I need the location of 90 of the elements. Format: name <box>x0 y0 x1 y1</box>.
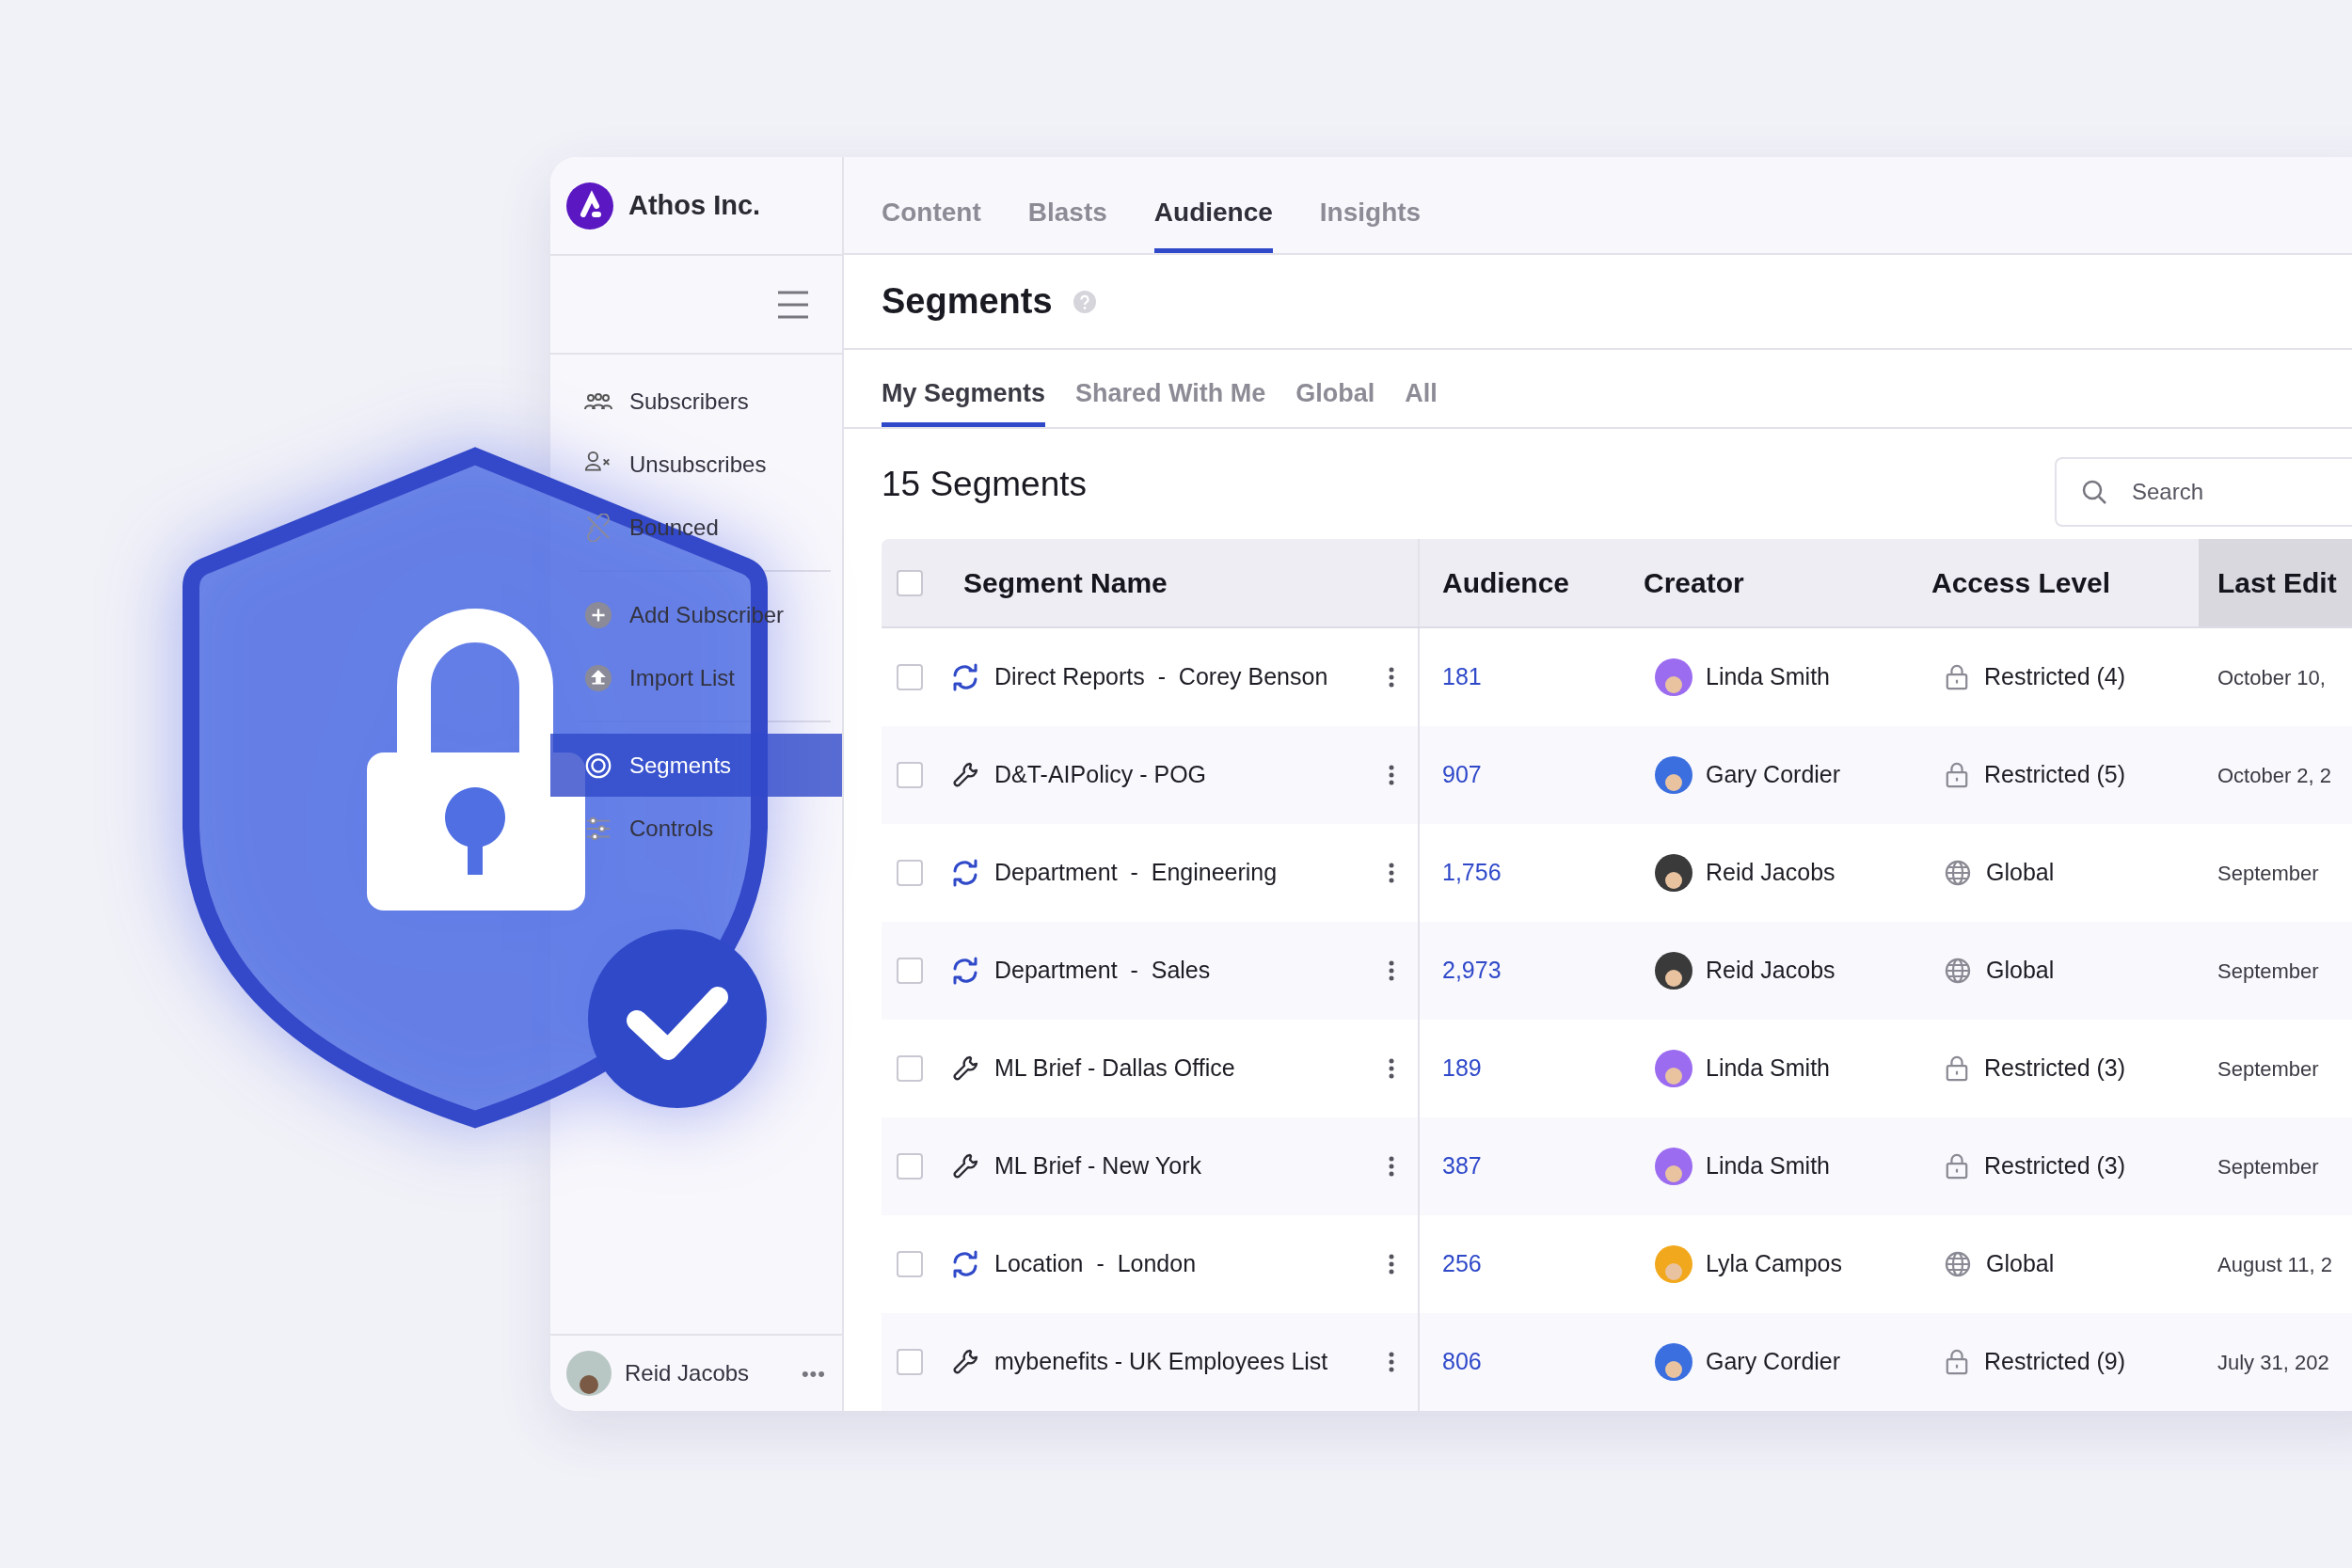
segment-name: ML Brief - Dallas Office <box>994 1053 1236 1084</box>
brand-name: Athos Inc. <box>628 188 761 222</box>
kebab-icon <box>1389 1352 1394 1372</box>
kebab-icon <box>1389 960 1394 981</box>
globe-icon <box>1945 1251 1971 1277</box>
lock-icon <box>1945 1054 1969 1083</box>
help-icon <box>1073 290 1096 313</box>
page-title: Segments <box>882 280 1053 324</box>
search-field[interactable]: Search <box>2055 456 2352 527</box>
segment-name: mybenefits - UK Employees List <box>994 1347 1329 1377</box>
audience-link[interactable]: 1,756 <box>1442 855 1502 891</box>
segment-count: 15 Segments <box>882 463 1088 505</box>
creator-name: Gary Cordier <box>1706 760 1841 790</box>
last-edit-date: October 10, <box>2217 664 2326 691</box>
lock-icon <box>1945 1348 1969 1376</box>
checkbox[interactable] <box>897 958 923 984</box>
access-level: Restricted (5) <box>1984 760 2126 790</box>
lock-icon <box>1945 761 1969 789</box>
checkbox[interactable] <box>897 762 923 788</box>
sidebar-item[interactable]: Segments <box>550 734 842 797</box>
checkbox[interactable] <box>897 569 923 596</box>
audience-link[interactable]: 387 <box>1442 1148 1482 1184</box>
avatar <box>566 1351 612 1396</box>
last-edit-date: September <box>2217 1153 2319 1180</box>
access-level: Restricted (3) <box>1984 1151 2126 1181</box>
audience-link[interactable]: 189 <box>1442 1051 1482 1086</box>
creator-name: Linda Smith <box>1706 1053 1831 1084</box>
creator-name: Linda Smith <box>1706 662 1831 692</box>
more-button[interactable]: ••• <box>801 1357 826 1389</box>
audience-link[interactable]: 907 <box>1442 757 1482 793</box>
nav-tab[interactable]: Audience <box>1153 177 1273 253</box>
audience-link[interactable]: 806 <box>1442 1344 1482 1380</box>
last-edit-date: October 2, 2 <box>2217 762 2332 789</box>
segment-name: Department - Engineering <box>994 858 1279 888</box>
segment-name: Location - London <box>994 1249 1198 1279</box>
creator-name: Reid Jacobs <box>1706 956 1836 986</box>
last-edit-date: September <box>2217 958 2319 985</box>
checkbox[interactable] <box>897 1349 923 1375</box>
target-icon <box>584 751 612 780</box>
checkbox[interactable] <box>897 664 923 690</box>
access-level: Global <box>1986 858 2055 888</box>
segment-name: D&T-AIPolicy - POG <box>994 760 1208 790</box>
globe-icon <box>1945 860 1971 886</box>
creator-name: Linda Smith <box>1706 1151 1831 1181</box>
audience-link[interactable]: 256 <box>1442 1246 1482 1282</box>
sidebar-item[interactable]: Unsubscribes <box>550 433 842 496</box>
last-edit-date: July 31, 202 <box>2217 1349 2329 1376</box>
creator-name: Lyla Campos <box>1706 1249 1842 1279</box>
last-edit-date: September <box>2217 860 2319 887</box>
access-level: Restricted (3) <box>1984 1053 2126 1084</box>
access-level: Restricted (9) <box>1984 1347 2126 1377</box>
kebab-icon <box>1389 1254 1394 1275</box>
checkbox[interactable] <box>897 860 923 886</box>
audience-link[interactable]: 181 <box>1442 659 1482 695</box>
sidebar-item[interactable]: Subscribers <box>550 370 842 433</box>
checkbox[interactable] <box>897 1251 923 1277</box>
column-header[interactable]: Access Level <box>1909 539 2199 626</box>
lock-icon <box>1945 663 1969 691</box>
sub-tab[interactable]: My Segments <box>882 363 1046 428</box>
kebab-icon <box>1389 1058 1394 1079</box>
creator-name: Reid Jacobs <box>1706 858 1836 888</box>
search-icon <box>2081 478 2107 505</box>
segment-name: ML Brief - New York <box>994 1151 1202 1181</box>
access-level: Global <box>1986 956 2055 986</box>
checkbox[interactable] <box>897 1153 923 1180</box>
kebab-icon <box>1389 667 1394 688</box>
lock-icon <box>1945 1152 1969 1180</box>
user-name: Reid Jacobs <box>625 1359 751 1387</box>
audience-link[interactable]: 2,973 <box>1442 953 1502 989</box>
column-header[interactable]: Last Edit <box>2199 539 2352 626</box>
segment-name: Department - Sales <box>994 956 1212 986</box>
logo-icon <box>566 182 613 230</box>
kebab-icon <box>1389 765 1394 785</box>
kebab-icon <box>1389 1156 1394 1177</box>
last-edit-date: September <box>2217 1055 2319 1083</box>
plus-circle-icon <box>584 600 612 629</box>
globe-icon <box>1945 958 1971 984</box>
segment-name: Direct Reports - Corey Benson <box>994 662 1329 692</box>
creator-name: Gary Cordier <box>1706 1347 1841 1377</box>
access-level: Restricted (4) <box>1984 662 2126 692</box>
kebab-icon <box>1389 863 1394 883</box>
broken-link-icon <box>584 513 612 542</box>
column-header[interactable]: Segment Name <box>949 539 1420 626</box>
column-header[interactable]: Creator <box>1621 539 1909 626</box>
last-edit-date: August 11, 2 <box>2217 1251 2332 1278</box>
checkbox[interactable] <box>897 1055 923 1082</box>
column-header[interactable]: Audience <box>1420 539 1621 626</box>
menu-icon <box>776 289 810 320</box>
access-level: Global <box>1986 1249 2055 1279</box>
people-icon <box>584 392 612 410</box>
